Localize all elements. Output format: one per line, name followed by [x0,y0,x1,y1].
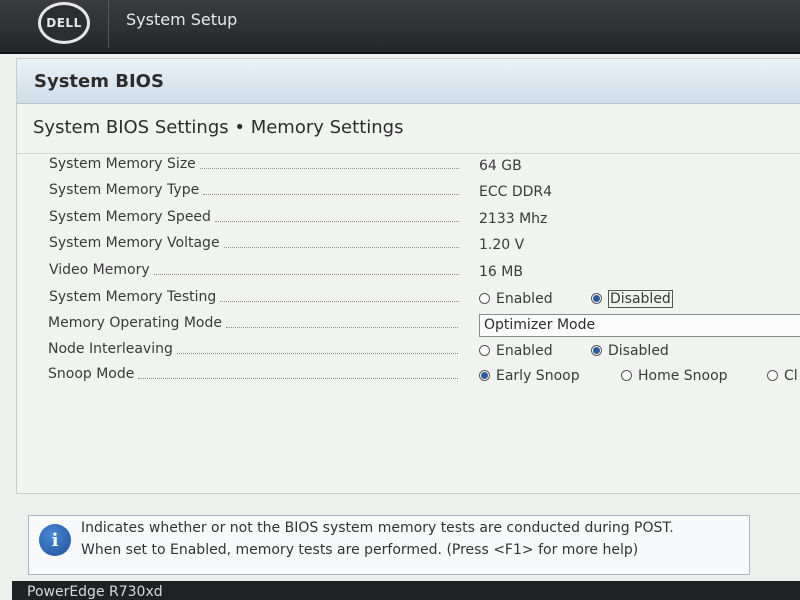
memory-speed-value: 2133 Mhz [479,211,548,227]
radio-circle-icon [767,369,778,381]
radio-selected-icon [479,369,490,381]
row-video-memory: Video Memory 16 MB [17,260,800,284]
row-memory-voltage: System Memory Voltage 1.20 V [17,233,800,257]
memory-type-value: ECC DDR4 [479,184,553,200]
info-icon: i [39,524,71,556]
memory-size-value: 64 GB [479,158,522,174]
memory-voltage-label: System Memory Voltage [49,235,220,251]
footer-bar: PowerEdge R730xd [12,581,800,600]
app-title: System Setup [126,10,238,29]
memory-speed-label: System Memory Speed [49,209,211,225]
video-memory-label: Video Memory [49,262,150,278]
snoop-mode-label: Snoop Mode [48,366,135,382]
breadcrumb: System BIOS Settings • Memory Settings [33,117,404,138]
row-memory-type: System Memory Type ECC DDR4 [17,180,800,204]
help-box: i Indicates whether or not the BIOS syst… [28,515,750,575]
radio-circle-icon [479,344,490,356]
panel-header: System BIOS [17,59,800,104]
row-memory-testing: System Memory Testing Enabled Disabled [17,287,800,311]
header-divider [108,0,109,48]
operating-mode-select[interactable]: Optimizer Mode [479,314,800,337]
memory-testing-enabled-radio[interactable]: Enabled [479,291,553,307]
radio-selected-icon [591,292,602,304]
memory-type-label: System Memory Type [49,182,200,198]
snoop-home-radio[interactable]: Home Snoop [621,368,728,384]
dell-logo: DELL [38,2,90,44]
node-interleaving-enabled-radio[interactable]: Enabled [479,343,553,359]
row-node-interleaving: Node Interleaving Enabled Disabled [17,339,800,363]
memory-size-label: System Memory Size [49,156,196,172]
row-snoop-mode: Snoop Mode Early Snoop Home Snoop Cl [17,364,800,388]
leader-dots [203,182,459,195]
node-interleaving-disabled-radio[interactable]: Disabled [591,343,669,359]
node-interleaving-label: Node Interleaving [48,341,173,357]
memory-voltage-value: 1.20 V [479,237,525,253]
leader-dots [199,156,459,169]
leader-dots [220,289,459,302]
help-text-line-2: When set to Enabled, memory tests are pe… [81,542,639,558]
leader-dots [153,262,459,275]
leader-dots [176,341,458,354]
row-memory-size: System Memory Size 64 GB [17,154,800,178]
row-operating-mode: Memory Operating Mode Optimizer Mode [17,313,800,337]
snoop-early-radio[interactable]: Early Snoop [479,368,580,384]
help-text-line-1: Indicates whether or not the BIOS system… [81,520,674,536]
radio-selected-icon [591,344,602,356]
radio-circle-icon [479,292,490,304]
settings-panel: System BIOS System BIOS Settings • Memor… [16,58,800,494]
row-memory-speed: System Memory Speed 2133 Mhz [17,207,800,231]
leader-dots [138,366,458,379]
top-bar: DELL System Setup [0,0,800,54]
operating-mode-label: Memory Operating Mode [48,315,222,331]
snoop-cluster-radio[interactable]: Cl [767,368,798,384]
memory-testing-label: System Memory Testing [49,289,217,305]
memory-testing-disabled-radio[interactable]: Disabled [591,290,673,308]
leader-dots [225,315,458,328]
radio-circle-icon [621,369,632,381]
panel-title: System BIOS [34,71,164,92]
model-name: PowerEdge R730xd [27,584,163,600]
leader-dots [214,209,459,222]
leader-dots [223,235,459,248]
video-memory-value: 16 MB [479,264,523,280]
